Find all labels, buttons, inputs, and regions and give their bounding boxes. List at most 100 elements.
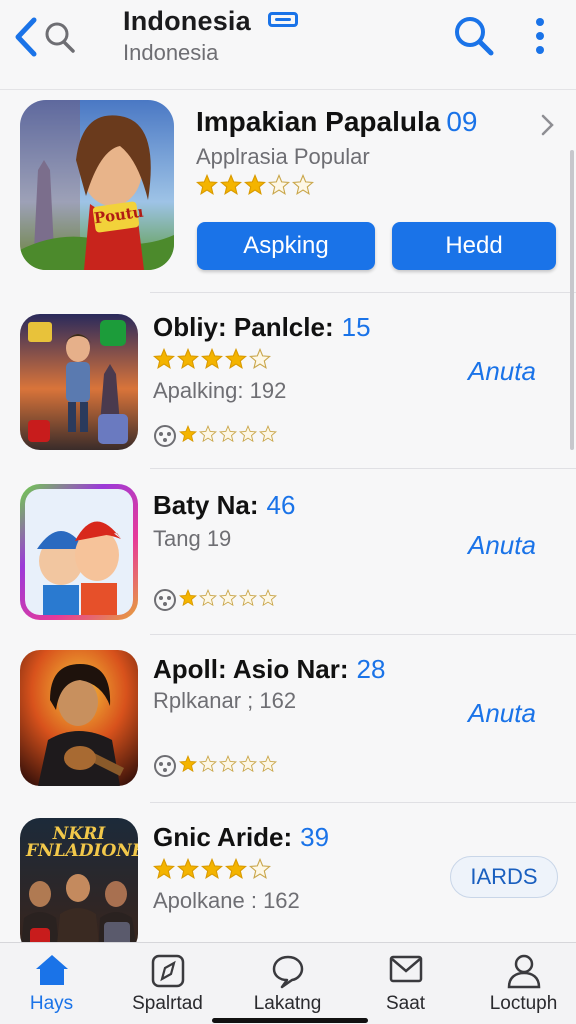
star-empty-icon — [238, 588, 258, 606]
star-empty-icon — [198, 588, 218, 606]
featured-app-rating — [195, 173, 315, 198]
list-item[interactable]: Baty Na: 46 Tang 19 Anuta — [0, 470, 576, 634]
featured-app-icon[interactable]: Poutu — [20, 100, 174, 270]
search-button[interactable] — [452, 14, 496, 58]
app-icon-baty[interactable] — [20, 484, 138, 620]
flag-icon — [268, 12, 298, 27]
search-icon — [455, 17, 494, 56]
age-rating-icon — [154, 425, 176, 447]
featured-app-title: Impakian Papalula — [196, 106, 441, 137]
star-empty-icon — [198, 424, 218, 442]
star-empty-icon — [291, 173, 315, 195]
featured-app-card[interactable]: Poutu Impakian Papalula 09 Applrasia Popu… — [0, 90, 576, 292]
star-filled-icon — [152, 347, 176, 369]
featured-app-name: Impakian Papalula 09 — [196, 106, 477, 138]
home-indicator — [212, 1018, 368, 1023]
chat-bubble-icon — [272, 955, 303, 989]
star-filled-icon — [176, 857, 200, 879]
app-title: Apoll: Asio Nar: 28 — [153, 654, 385, 685]
small-star-rating — [178, 424, 278, 448]
small-star-rating — [178, 588, 278, 612]
star-rating-icons — [152, 857, 272, 879]
star-rating-icons — [195, 173, 315, 195]
more-options-button[interactable] — [528, 16, 552, 58]
tab-label: Loctuph — [489, 993, 558, 1014]
tab-spalrtad[interactable]: Spalrtad — [110, 943, 225, 1024]
star-empty-icon — [258, 588, 278, 606]
tab-label: Saat — [385, 993, 426, 1014]
app-icon-obliy[interactable] — [20, 314, 138, 450]
star-empty-icon — [218, 754, 238, 772]
star-rating-icons — [152, 347, 272, 369]
app-rating — [152, 857, 272, 882]
list-divider — [150, 802, 576, 803]
app-icon-gnic[interactable]: NKRI FNLADIONE — [20, 818, 138, 942]
list-item[interactable]: Obliy: Panlcle: 15 Apalking: 192 Anuta — [0, 298, 576, 466]
small-star-rating — [178, 754, 278, 778]
app-title: Gnic Aride: 39 — [153, 822, 329, 853]
star-empty-icon — [258, 424, 278, 442]
tab-hays[interactable]: Hays — [0, 943, 109, 1024]
tab-saat[interactable]: Saat — [348, 943, 463, 1024]
chevron-right-icon[interactable] — [538, 112, 558, 138]
app-subtitle: Rplkanar ; 162 — [153, 688, 297, 713]
list-item[interactable]: Apoll: Asio Nar: 28 Rplkanar ; 162 Anuta — [0, 636, 576, 800]
tab-label: Spalrtad — [132, 993, 203, 1014]
top-app-bar: Indonesia Indonesia — [0, 0, 576, 90]
star-filled-icon — [152, 857, 176, 879]
star-filled-icon — [224, 857, 248, 879]
app-number: 28 — [356, 654, 386, 684]
star-filled-icon — [224, 347, 248, 369]
bottom-tab-bar: Hays Spalrtad Lakatng Saat Loctuph — [0, 942, 576, 1024]
scrollbar[interactable] — [570, 150, 574, 450]
iards-button[interactable]: IARDS — [450, 856, 558, 898]
app-rating — [152, 347, 272, 372]
star-empty-icon — [218, 588, 238, 606]
app-title-text: Baty Na: — [153, 490, 259, 520]
star-filled-icon — [178, 424, 198, 442]
compass-icon — [151, 954, 184, 988]
anuta-link[interactable]: Anuta — [468, 356, 536, 387]
app-subtitle: Apolkane : 162 — [153, 888, 300, 913]
tab-loctuph[interactable]: Loctuph — [466, 943, 576, 1024]
star-rating-icons — [178, 588, 278, 606]
app-small-rating — [153, 754, 278, 778]
app-icon-gnic-text: NKRI FNLADIONE — [26, 824, 138, 861]
app-title: Obliy: Panlcle: 15 — [153, 312, 371, 343]
star-rating-icons — [178, 754, 278, 772]
star-filled-icon — [178, 754, 198, 772]
app-title: Baty Na: 46 — [153, 490, 295, 521]
app-small-rating — [153, 588, 278, 612]
age-rating-icon — [154, 755, 176, 777]
star-filled-icon — [200, 857, 224, 879]
star-filled-icon — [195, 173, 219, 195]
person-icon — [507, 954, 540, 989]
app-title-text: Apoll: Asio Nar: — [153, 654, 349, 684]
star-filled-icon — [243, 173, 267, 195]
featured-app-category: Applrasia Popular — [196, 144, 370, 169]
star-empty-icon — [248, 857, 272, 879]
star-filled-icon — [176, 347, 200, 369]
app-subtitle: Tang 19 — [153, 526, 232, 551]
tab-lakatng[interactable]: Lakatng — [230, 943, 345, 1024]
aspking-button[interactable]: Aspking — [197, 222, 375, 270]
list-divider — [150, 292, 576, 293]
featured-app-number: 09 — [446, 106, 478, 137]
page-subtitle: Indonesia — [123, 40, 219, 65]
hedd-button[interactable]: Hedd — [392, 222, 556, 270]
star-filled-icon — [200, 347, 224, 369]
anuta-link[interactable]: Anuta — [468, 698, 536, 729]
app-icon-apoll[interactable] — [20, 650, 138, 786]
mail-icon — [389, 955, 422, 983]
anuta-link[interactable]: Anuta — [468, 530, 536, 561]
back-arrow-icon[interactable] — [10, 14, 42, 60]
page-title: Indonesia — [123, 6, 251, 36]
list-item[interactable]: NKRI FNLADIONE Gnic Aride: 39 Apolkane : … — [0, 804, 576, 942]
app-subtitle: Apalking: 192 — [153, 378, 287, 403]
app-number: 46 — [266, 490, 296, 520]
tab-label: Hays — [29, 993, 74, 1014]
app-title-text: Obliy: Panlcle: — [153, 312, 334, 342]
more-vertical-icon — [536, 18, 544, 54]
app-number: 39 — [300, 822, 330, 852]
search-icon[interactable] — [44, 20, 76, 54]
